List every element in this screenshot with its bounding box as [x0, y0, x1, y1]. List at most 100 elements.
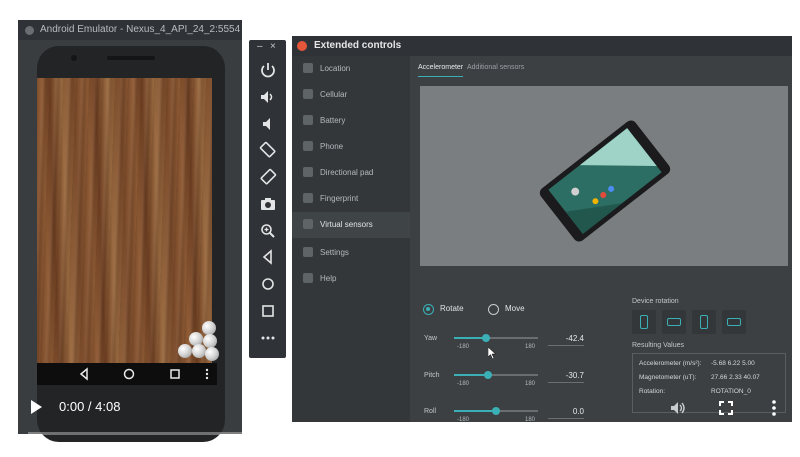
- rotate-radio[interactable]: [423, 304, 434, 315]
- roll-max: 180: [525, 417, 536, 423]
- close-icon[interactable]: [297, 41, 307, 51]
- mouse-cursor-icon: [488, 347, 496, 359]
- portrait-icon: [640, 315, 648, 329]
- window-title: Extended controls: [314, 40, 402, 51]
- rotate-left-icon[interactable]: [258, 140, 278, 160]
- sidebar-item-phone[interactable]: Phone: [292, 134, 410, 160]
- reverse-landscape-icon: [727, 318, 741, 326]
- sidebar-item-virtual-sensors[interactable]: Virtual sensors: [292, 212, 410, 238]
- sidebar-item-label: Location: [320, 64, 351, 73]
- rotation-value: ROTATION_0: [711, 388, 751, 395]
- device-preview[interactable]: [420, 86, 788, 266]
- home-icon[interactable]: [122, 367, 136, 381]
- overview-icon[interactable]: [168, 367, 182, 381]
- sidebar-item-label: Fingerprint: [320, 194, 359, 203]
- more-icon[interactable]: [258, 328, 278, 348]
- zoom-icon[interactable]: [258, 221, 278, 241]
- home-icon[interactable]: [258, 274, 278, 294]
- rotation-label: Rotation:: [639, 388, 666, 395]
- sidebar-item-battery[interactable]: Battery: [292, 108, 410, 134]
- device-3d-model: [539, 120, 671, 242]
- settings-icon: [303, 247, 313, 257]
- back-icon[interactable]: [258, 247, 278, 267]
- move-radio[interactable]: [488, 304, 499, 315]
- reverse-portrait-icon: [700, 315, 708, 329]
- pitch-value[interactable]: -30.7: [548, 371, 584, 383]
- sidebar-item-label: Battery: [320, 116, 346, 125]
- play-icon[interactable]: [31, 400, 42, 414]
- battery-icon: [303, 115, 313, 125]
- close-button[interactable]: ×: [270, 41, 276, 52]
- overflow-menu-icon[interactable]: [200, 367, 214, 381]
- roll-value[interactable]: 0.0: [548, 407, 584, 419]
- sidebar-item-settings[interactable]: Settings: [292, 240, 410, 266]
- overview-icon[interactable]: [258, 301, 278, 321]
- pitch-label: Pitch: [424, 372, 440, 379]
- more-options-icon[interactable]: [765, 399, 783, 417]
- sidebar-item-cellular[interactable]: Cellular: [292, 82, 410, 108]
- emulator-toolbar: – ×: [249, 40, 286, 358]
- fullscreen-icon[interactable]: [717, 399, 735, 417]
- video-progress-bar[interactable]: [28, 432, 782, 435]
- video-player[interactable]: Android Emulator - Nexus_4_API_24_2:5554…: [6, 8, 792, 446]
- toolbar-header: – ×: [249, 40, 286, 54]
- help-icon: [303, 273, 313, 283]
- roll-min: -180: [457, 417, 470, 423]
- minimize-button[interactable]: –: [257, 41, 263, 52]
- yaw-value[interactable]: -42.4: [548, 334, 584, 346]
- camera-icon[interactable]: [258, 194, 278, 214]
- sidebar-item-label: Directional pad: [320, 168, 374, 177]
- window-close-icon[interactable]: [25, 26, 34, 35]
- volume-down-icon[interactable]: [258, 114, 278, 134]
- sidebar-item-directional-pad[interactable]: Directional pad: [292, 160, 410, 186]
- rotate-right-icon[interactable]: [258, 167, 278, 187]
- rotate-label: Rotate: [440, 304, 464, 313]
- volume-icon[interactable]: [669, 399, 687, 417]
- roll-label: Roll: [424, 408, 437, 415]
- pitch-max: 180: [525, 381, 536, 387]
- back-icon[interactable]: [77, 367, 91, 381]
- yaw-slider[interactable]: [454, 334, 538, 342]
- tab-accelerometer[interactable]: Accelerometer: [418, 64, 463, 71]
- power-icon[interactable]: [258, 60, 278, 80]
- sidebar: Location Cellular Battery Phone Directio…: [292, 56, 410, 422]
- pitch-slider-knob[interactable]: [484, 371, 493, 379]
- emulator-title: Android Emulator - Nexus_4_API_24_2:5554: [40, 24, 241, 35]
- magnetometer-value: 27.66 2.33 40.07: [711, 374, 760, 381]
- pitch-slider[interactable]: [454, 371, 538, 379]
- sidebar-item-label: Phone: [320, 142, 344, 151]
- extended-controls-window: Extended controls Location Cellular Batt…: [292, 36, 792, 423]
- emulator-title-bar: Android Emulator - Nexus_4_API_24_2:5554: [18, 20, 242, 40]
- sidebar-item-fingerprint[interactable]: Fingerprint: [292, 186, 410, 212]
- video-time: 0:00 / 4:08: [59, 399, 121, 414]
- marble-ball: [202, 321, 216, 335]
- sidebar-item-label: Cellular: [320, 90, 348, 99]
- device-rotation-label: Device rotation: [632, 298, 679, 305]
- sidebar-item-location[interactable]: Location: [292, 56, 410, 82]
- yaw-slider-knob[interactable]: [481, 334, 490, 342]
- virtual-sensors-icon: [303, 219, 313, 229]
- volume-up-icon[interactable]: [258, 87, 278, 107]
- sidebar-item-label: Settings: [320, 248, 349, 257]
- magnetometer-label: Magnetometer (uT):: [639, 374, 697, 381]
- phone-speaker: [107, 56, 155, 60]
- roll-slider-knob[interactable]: [492, 407, 500, 415]
- front-camera-icon: [71, 55, 77, 61]
- marble-ball: [192, 344, 206, 358]
- accelerometer-label: Accelerometer (m/s²):: [639, 360, 702, 367]
- location-icon: [303, 63, 313, 73]
- roll-slider[interactable]: [454, 407, 538, 415]
- yaw-label: Yaw: [424, 335, 438, 342]
- roll-slider-fill: [454, 410, 496, 412]
- cellular-icon: [303, 89, 313, 99]
- sidebar-item-help[interactable]: Help: [292, 266, 410, 292]
- rotate-landscape-button[interactable]: [662, 310, 686, 334]
- yaw-min: -180: [457, 344, 470, 350]
- phone-screen[interactable]: [37, 78, 212, 363]
- tab-additional-sensors[interactable]: Additional sensors: [467, 64, 524, 71]
- rotate-reverse-portrait-button[interactable]: [692, 310, 716, 334]
- active-tab-indicator: [418, 76, 463, 77]
- rotate-portrait-button[interactable]: [632, 310, 656, 334]
- rotate-reverse-landscape-button[interactable]: [722, 310, 746, 334]
- marble-ball: [178, 344, 192, 358]
